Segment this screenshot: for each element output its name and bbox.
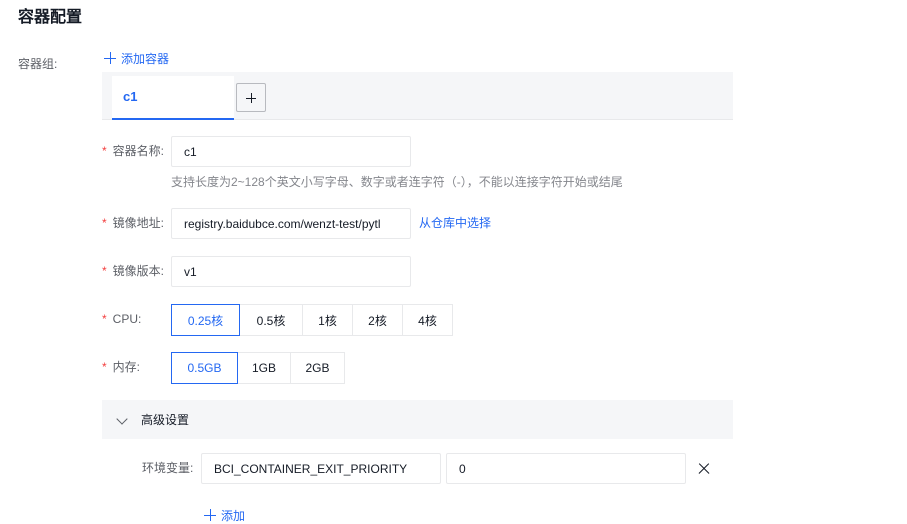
cpu-option-0.25[interactable]: 0.25核 xyxy=(171,304,240,336)
plus-icon xyxy=(104,52,116,64)
image-address-input[interactable] xyxy=(171,208,411,239)
tab-c1[interactable]: c1 xyxy=(112,76,234,120)
version-label: * 镜像版本: xyxy=(102,264,165,278)
plus-icon xyxy=(204,509,216,521)
memory-option-2gb[interactable]: 2GB xyxy=(290,352,345,384)
required-mark: * xyxy=(102,360,107,374)
required-mark: * xyxy=(102,144,107,158)
required-mark: * xyxy=(102,264,107,278)
cpu-option-0.5[interactable]: 0.5核 xyxy=(239,304,303,336)
add-container-button[interactable]: 添加容器 xyxy=(104,49,169,67)
tab-c1-label: c1 xyxy=(123,89,138,104)
select-from-repo-link[interactable]: 从仓库中选择 xyxy=(419,215,491,231)
name-label: * 容器名称: xyxy=(102,144,165,158)
cpu-option-1[interactable]: 1核 xyxy=(302,304,353,336)
cpu-label: * CPU: xyxy=(102,312,142,326)
image-version-input[interactable] xyxy=(171,256,411,287)
required-mark: * xyxy=(102,216,107,230)
env-key-input[interactable] xyxy=(201,453,441,484)
memory-label: * 内存: xyxy=(102,360,141,374)
env-label: 环境变量: xyxy=(142,461,194,475)
cpu-option-4[interactable]: 4核 xyxy=(402,304,453,336)
advanced-settings-toggle[interactable]: 高级设置 xyxy=(102,400,733,439)
chevron-down-icon xyxy=(116,413,128,425)
page-title: 容器配置 xyxy=(18,9,83,26)
advanced-settings-title: 高级设置 xyxy=(141,413,190,427)
env-value-input[interactable] xyxy=(446,453,686,484)
add-tab-button[interactable] xyxy=(236,83,266,112)
add-env-label: 添加 xyxy=(221,508,246,523)
memory-option-1gb[interactable]: 1GB xyxy=(237,352,291,384)
memory-selector: 0.5GB 1GB 2GB xyxy=(171,352,345,384)
name-hint: 支持长度为2~128个英文小写字母、数字或者连字符（-），不能以连接字符开始或结… xyxy=(171,175,623,189)
add-env-button[interactable]: 添加 xyxy=(204,507,245,523)
container-name-input[interactable] xyxy=(171,136,411,167)
container-group-label: 容器组: xyxy=(18,57,58,71)
cpu-selector: 0.25核 0.5核 1核 2核 4核 xyxy=(171,304,453,336)
image-label: * 镜像地址: xyxy=(102,216,165,230)
required-mark: * xyxy=(102,312,107,326)
close-icon[interactable] xyxy=(697,461,711,475)
add-container-label: 添加容器 xyxy=(121,51,170,66)
cpu-option-2[interactable]: 2核 xyxy=(352,304,403,336)
memory-option-0.5gb[interactable]: 0.5GB xyxy=(171,352,238,384)
